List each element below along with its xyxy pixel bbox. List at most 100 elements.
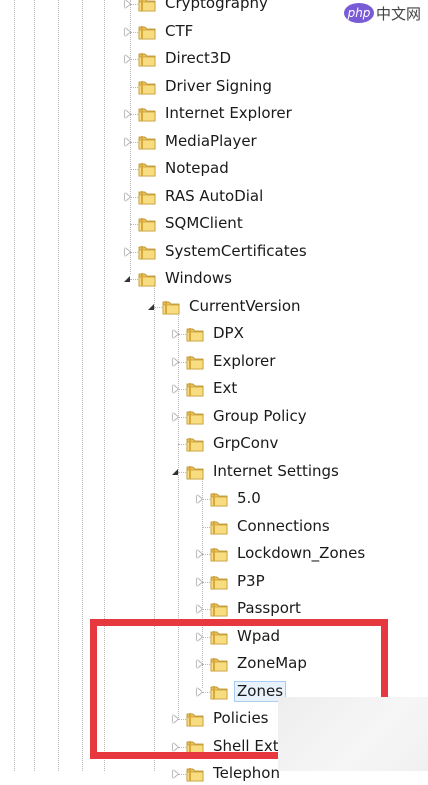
tree-node[interactable]: Direct3D [0, 48, 428, 70]
folder-icon [138, 271, 156, 287]
folder-icon [210, 491, 228, 507]
tree-node-label[interactable]: ZoneMap [234, 653, 310, 674]
folder-icon [162, 299, 180, 315]
expand-arrow-icon[interactable] [122, 0, 132, 9]
expand-arrow-icon[interactable] [194, 659, 204, 669]
folder-icon [138, 189, 156, 205]
tree-node-label[interactable]: Telephon [210, 763, 283, 784]
folder-icon [210, 519, 228, 535]
folder-icon [138, 51, 156, 67]
expand-arrow-icon[interactable] [194, 494, 204, 504]
tree-node-label[interactable]: P3P [234, 571, 268, 592]
folder-icon [138, 24, 156, 40]
tree-node[interactable]: Group Policy [0, 406, 428, 428]
expand-arrow-icon[interactable] [194, 604, 204, 614]
tree-node-label[interactable]: Direct3D [162, 48, 234, 69]
tree-node-label[interactable]: Connections [234, 516, 333, 537]
tree-node[interactable]: 5.0 [0, 488, 428, 510]
tree-node[interactable]: Internet Settings [0, 461, 428, 483]
folder-icon [210, 629, 228, 645]
watermark-text: 中文网 [376, 4, 422, 23]
tree-node-label[interactable]: DPX [210, 323, 247, 344]
collapse-arrow-icon[interactable] [170, 467, 180, 477]
expand-arrow-icon[interactable] [122, 192, 132, 202]
tree-node[interactable]: ZoneMap [0, 653, 428, 675]
folder-icon [210, 684, 228, 700]
tree-node[interactable]: Connections [0, 516, 428, 538]
watermark: php 中文网 [344, 0, 421, 26]
collapse-arrow-icon[interactable] [122, 274, 132, 284]
tree-node-label[interactable]: MediaPlayer [162, 131, 260, 152]
tree-node[interactable]: Windows [0, 268, 428, 290]
blurred-area [278, 697, 428, 771]
folder-icon [186, 326, 204, 342]
collapse-arrow-icon[interactable] [146, 302, 156, 312]
expand-arrow-icon[interactable] [122, 109, 132, 119]
tree-node[interactable]: CurrentVersion [0, 296, 428, 318]
registry-tree: Cryptography CTF Direct3D Driver Signing Int… [0, 0, 428, 782]
tree-node-label[interactable]: Passport [234, 598, 304, 619]
tree-node[interactable]: Driver Signing [0, 76, 428, 98]
expand-arrow-icon[interactable] [170, 742, 180, 752]
tree-node[interactable]: Notepad [0, 158, 428, 180]
tree-node[interactable]: RAS AutoDial [0, 186, 428, 208]
tree-node-label[interactable]: Ext [210, 378, 240, 399]
tree-node[interactable]: Internet Explorer [0, 103, 428, 125]
folder-icon [138, 216, 156, 232]
expand-arrow-icon[interactable] [170, 412, 180, 422]
folder-icon [210, 656, 228, 672]
expand-arrow-icon[interactable] [122, 137, 132, 147]
tree-node-label[interactable]: 5.0 [234, 488, 264, 509]
expand-arrow-icon[interactable] [170, 357, 180, 367]
tree-node-label[interactable]: Internet Explorer [162, 103, 295, 124]
expand-arrow-icon[interactable] [194, 632, 204, 642]
expand-arrow-icon[interactable] [122, 247, 132, 257]
tree-node-label[interactable]: Shell Ext [210, 736, 282, 757]
folder-icon [138, 106, 156, 122]
tree-node[interactable]: Lockdown_Zones [0, 543, 428, 565]
folder-icon [210, 574, 228, 590]
folder-icon [186, 711, 204, 727]
expand-arrow-icon[interactable] [194, 549, 204, 559]
tree-node[interactable]: Explorer [0, 351, 428, 373]
tree-node[interactable]: MediaPlayer [0, 131, 428, 153]
expand-arrow-icon[interactable] [122, 54, 132, 64]
tree-node-label[interactable]: SystemCertificates [162, 241, 310, 262]
tree-node[interactable]: Passport [0, 598, 428, 620]
tree-node[interactable]: SystemCertificates [0, 241, 428, 263]
folder-icon [210, 601, 228, 617]
folder-icon [138, 244, 156, 260]
tree-node[interactable]: GrpConv [0, 433, 428, 455]
expand-arrow-icon[interactable] [170, 714, 180, 724]
expand-arrow-icon[interactable] [170, 329, 180, 339]
tree-node-label[interactable]: Cryptography [162, 0, 271, 14]
tree-node-label[interactable]: Internet Settings [210, 461, 342, 482]
expand-arrow-icon[interactable] [194, 687, 204, 697]
folder-icon [138, 134, 156, 150]
tree-node-label[interactable]: Wpad [234, 626, 283, 647]
tree-node[interactable]: DPX [0, 323, 428, 345]
expand-arrow-icon[interactable] [170, 384, 180, 394]
tree-node-label[interactable]: CTF [162, 21, 196, 42]
expand-arrow-icon[interactable] [194, 577, 204, 587]
folder-icon [186, 464, 204, 480]
folder-icon [186, 409, 204, 425]
folder-icon [186, 354, 204, 370]
tree-node-label[interactable]: GrpConv [210, 433, 281, 454]
tree-node[interactable]: Ext [0, 378, 428, 400]
tree-node[interactable]: Wpad [0, 626, 428, 648]
folder-icon [138, 0, 156, 12]
tree-node-label[interactable]: Notepad [162, 158, 232, 179]
tree-node-label[interactable]: Driver Signing [162, 76, 275, 97]
tree-node[interactable]: SQMClient [0, 213, 428, 235]
tree-node-label[interactable]: Windows [162, 268, 235, 289]
expand-arrow-icon[interactable] [122, 27, 132, 37]
tree-node-label[interactable]: Lockdown_Zones [234, 543, 368, 564]
tree-node-label[interactable]: RAS AutoDial [162, 186, 266, 207]
tree-node-label[interactable]: Explorer [210, 351, 278, 372]
tree-node-label[interactable]: CurrentVersion [186, 296, 304, 317]
tree-node-label[interactable]: Policies [210, 708, 271, 729]
tree-node-label[interactable]: Group Policy [210, 406, 310, 427]
tree-node-label[interactable]: SQMClient [162, 213, 246, 234]
tree-node[interactable]: P3P [0, 571, 428, 593]
